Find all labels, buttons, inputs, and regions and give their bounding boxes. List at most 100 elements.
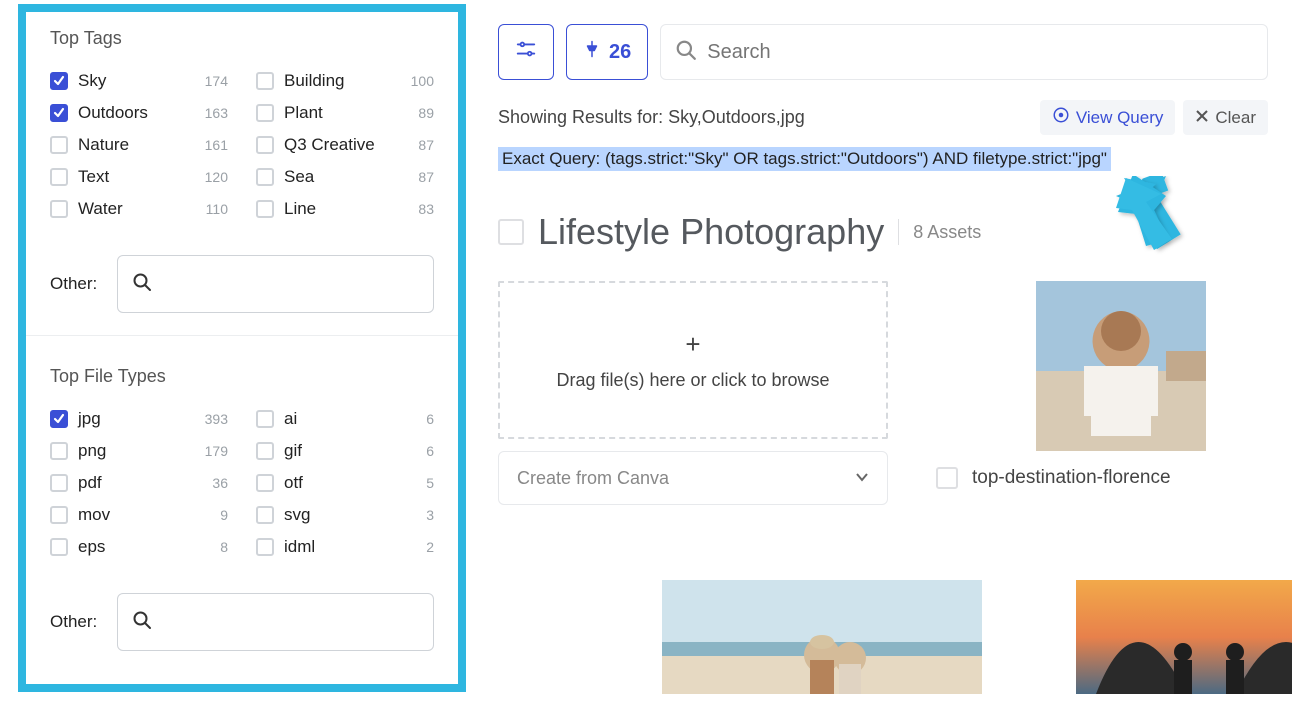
search-box[interactable] [660, 24, 1268, 80]
filetype-filter-label: ai [284, 409, 394, 429]
tag-filter-row[interactable]: Sea87 [256, 167, 434, 187]
tag-filter-checkbox[interactable] [256, 136, 274, 154]
clear-button[interactable]: Clear [1183, 100, 1268, 135]
tags-other-label: Other: [50, 274, 97, 294]
filetypes-other-row: Other: [50, 593, 434, 651]
tag-filter-row[interactable]: Plant 89 [256, 103, 434, 123]
tag-filter-checkbox[interactable] [50, 200, 68, 218]
tag-filter-count: 120 [198, 169, 228, 185]
filetype-filter-count: 6 [404, 411, 434, 427]
tag-filter-row[interactable]: Sky174 [50, 71, 228, 91]
tag-filter-row[interactable]: Nature161 [50, 135, 228, 155]
exact-query-text: Exact Query: (tags.strict:"Sky" OR tags.… [498, 147, 1111, 171]
filetype-filter-checkbox[interactable] [256, 410, 274, 428]
pinned-button[interactable]: 26 [566, 24, 648, 80]
tag-filter-checkbox[interactable] [256, 168, 274, 186]
tags-columns: Sky174 Outdoors163 Nature161 Text120 Water11… [50, 71, 434, 231]
filetype-filter-row[interactable]: gif 6 [256, 441, 434, 461]
filetypes-other-input[interactable] [117, 593, 434, 651]
filetype-filter-checkbox[interactable] [50, 474, 68, 492]
sliders-icon [515, 38, 537, 66]
filetype-filter-row[interactable]: jpg 393 [50, 409, 228, 429]
asset-checkbox[interactable] [936, 467, 958, 489]
tag-filter-row[interactable]: Building100 [256, 71, 434, 91]
filetype-filter-row[interactable]: idml2 [256, 537, 434, 557]
filetype-filter-row[interactable]: eps8 [50, 537, 228, 557]
tags-other-field[interactable] [162, 275, 419, 293]
query-actions: View Query Clear [1040, 100, 1268, 135]
drop-zone-text: Drag file(s) here or click to browse [556, 370, 829, 391]
filter-toggle-button[interactable] [498, 24, 554, 80]
filetype-filter-row[interactable]: svg 3 [256, 505, 434, 525]
filetype-filter-checkbox[interactable] [256, 474, 274, 492]
search-icon [132, 272, 152, 297]
tag-filter-row[interactable]: Line83 [256, 199, 434, 219]
filetypes-other-field[interactable] [162, 613, 419, 631]
tag-filter-count: 163 [198, 105, 228, 121]
filetype-filter-label: png [78, 441, 188, 461]
asset-thumbnail[interactable] [1076, 580, 1292, 694]
asset-label-row: top-destination-florence [936, 467, 1246, 489]
filetype-filter-row[interactable]: ai 6 [256, 409, 434, 429]
filetype-filter-count: 6 [404, 443, 434, 459]
filetype-filter-label: svg [284, 505, 394, 525]
drop-zone[interactable]: + Drag file(s) here or click to browse [498, 281, 888, 439]
tag-filter-row[interactable]: Water110 [50, 199, 228, 219]
upload-card: + Drag file(s) here or click to browse C… [498, 281, 888, 505]
tag-filter-label: Sky [78, 71, 188, 91]
filetype-filter-label: otf [284, 473, 394, 493]
filetype-filter-count: 5 [404, 475, 434, 491]
exact-query-row: Exact Query: (tags.strict:"Sky" OR tags.… [498, 147, 1292, 171]
tag-filter-checkbox[interactable] [256, 200, 274, 218]
tag-filter-row[interactable]: Q3 Creative87 [256, 135, 434, 155]
filetype-filter-label: jpg [78, 409, 188, 429]
tag-filter-label: Line [284, 199, 394, 219]
close-icon [1195, 108, 1209, 128]
filetype-filter-row[interactable]: png179 [50, 441, 228, 461]
search-input[interactable] [707, 41, 1253, 64]
tag-filter-checkbox[interactable] [50, 168, 68, 186]
filetype-filter-row[interactable]: mov9 [50, 505, 228, 525]
filetype-filter-label: gif [284, 441, 394, 461]
tag-filter-label: Water [78, 199, 188, 219]
filetype-filter-count: 393 [198, 411, 228, 427]
tag-filter-row[interactable]: Text120 [50, 167, 228, 187]
plus-icon: + [685, 329, 700, 360]
asset-thumbnail[interactable] [1036, 281, 1206, 451]
asset-thumbnail[interactable] [662, 580, 982, 694]
filetype-filter-checkbox[interactable] [50, 410, 68, 428]
filetype-filter-label: pdf [78, 473, 188, 493]
filetype-filter-checkbox[interactable] [50, 442, 68, 460]
tags-other-row: Other: [50, 255, 434, 313]
tag-filter-checkbox[interactable] [256, 104, 274, 122]
filetype-filter-label: idml [284, 537, 394, 557]
view-query-button[interactable]: View Query [1040, 100, 1176, 135]
pin-count: 26 [609, 41, 631, 64]
filetype-filter-checkbox[interactable] [50, 506, 68, 524]
divider [26, 335, 458, 336]
search-toolbar: 26 [498, 24, 1292, 80]
tags-other-input[interactable] [117, 255, 434, 313]
eye-icon [1052, 106, 1070, 129]
filetype-filter-checkbox[interactable] [50, 538, 68, 556]
filetype-filter-checkbox[interactable] [256, 506, 274, 524]
top-tags-heading: Top Tags [50, 28, 434, 49]
tag-filter-count: 89 [404, 105, 434, 121]
filetype-filter-checkbox[interactable] [256, 442, 274, 460]
tag-filter-label: Building [284, 71, 394, 91]
tag-filter-checkbox[interactable] [50, 136, 68, 154]
tag-filter-checkbox[interactable] [50, 104, 68, 122]
tag-filter-checkbox[interactable] [50, 72, 68, 90]
filetype-filter-count: 8 [198, 539, 228, 555]
filetype-filter-row[interactable]: otf 5 [256, 473, 434, 493]
tag-filter-checkbox[interactable] [256, 72, 274, 90]
filetype-filter-count: 3 [404, 507, 434, 523]
filetype-filter-count: 36 [198, 475, 228, 491]
select-all-checkbox[interactable] [498, 219, 524, 245]
tag-filter-label: Plant [284, 103, 394, 123]
filetype-filter-row[interactable]: pdf 36 [50, 473, 228, 493]
asset-card[interactable]: top-destination-florence [936, 281, 1246, 489]
filetype-filter-checkbox[interactable] [256, 538, 274, 556]
canva-dropdown[interactable]: Create from Canva [498, 451, 888, 505]
tag-filter-row[interactable]: Outdoors163 [50, 103, 228, 123]
